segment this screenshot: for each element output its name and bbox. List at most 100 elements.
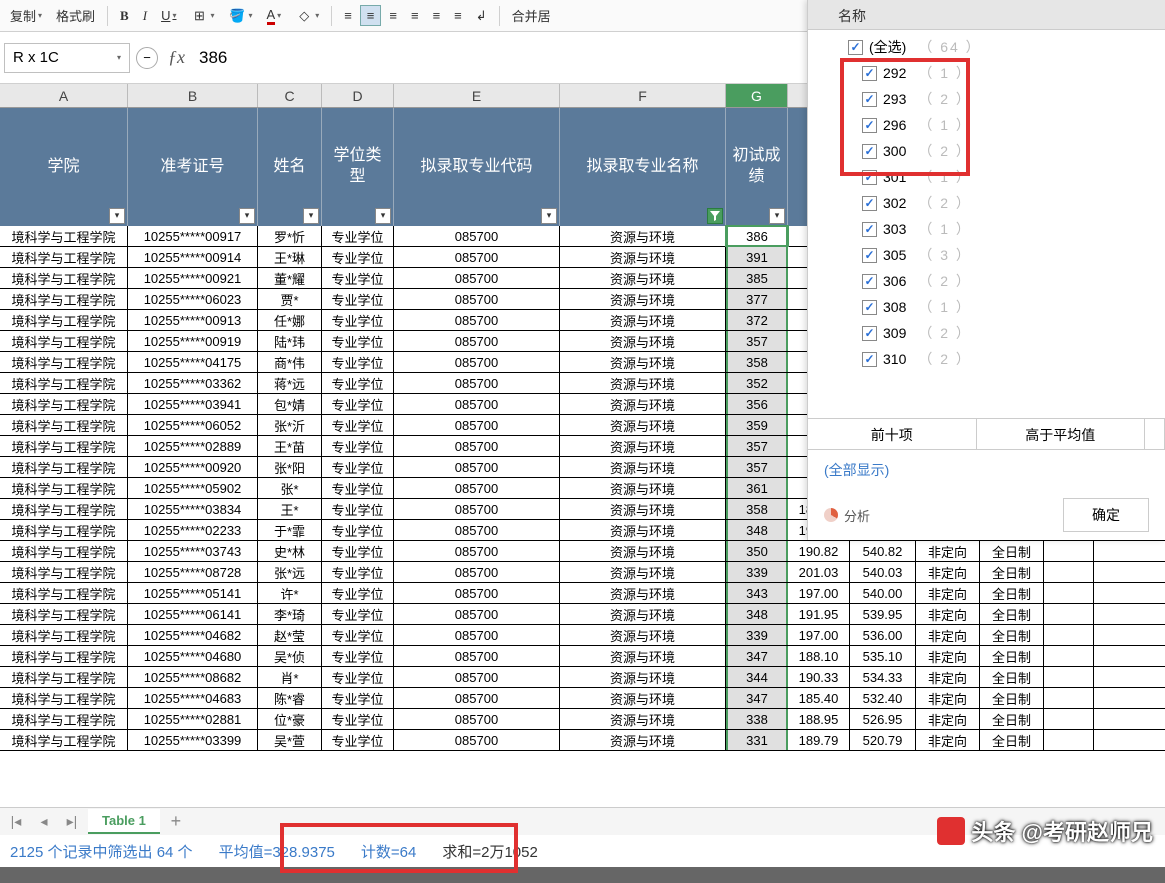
- cell[interactable]: [1044, 541, 1094, 561]
- filter-item[interactable]: ✓301（ 1 ）: [808, 164, 1165, 190]
- cell[interactable]: 王*琳: [258, 247, 322, 267]
- cell[interactable]: 境科学与工程学院: [0, 541, 128, 561]
- cell[interactable]: 商*伟: [258, 352, 322, 372]
- cell[interactable]: 专业学位: [322, 562, 394, 582]
- cell[interactable]: 专业学位: [322, 373, 394, 393]
- cell[interactable]: 李*琦: [258, 604, 322, 624]
- cell[interactable]: 蒋*远: [258, 373, 322, 393]
- cell[interactable]: 085700: [394, 457, 560, 477]
- cell[interactable]: [1044, 709, 1094, 729]
- cell[interactable]: 358: [726, 352, 788, 372]
- cell[interactable]: 357: [726, 436, 788, 456]
- cell[interactable]: 372: [726, 310, 788, 330]
- align-top-button[interactable]: ≡: [405, 6, 425, 25]
- cell[interactable]: 10255*****04683: [128, 688, 258, 708]
- fill-color-button[interactable]: 🪣▾: [222, 5, 258, 27]
- cell[interactable]: 专业学位: [322, 730, 394, 750]
- cell[interactable]: 357: [726, 457, 788, 477]
- cell[interactable]: 10255*****04682: [128, 625, 258, 645]
- cell[interactable]: 085700: [394, 415, 560, 435]
- cell[interactable]: 王*苗: [258, 436, 322, 456]
- cell[interactable]: 全日制: [980, 730, 1044, 750]
- cell[interactable]: 专业学位: [322, 625, 394, 645]
- zoom-out-icon[interactable]: −: [136, 47, 158, 69]
- cell[interactable]: 10255*****02889: [128, 436, 258, 456]
- cell[interactable]: 10255*****05902: [128, 478, 258, 498]
- filter-item[interactable]: ✓310（ 2 ）: [808, 346, 1165, 372]
- cell[interactable]: 张*沂: [258, 415, 322, 435]
- cell[interactable]: 位*豪: [258, 709, 322, 729]
- cell[interactable]: 资源与环境: [560, 709, 726, 729]
- checkbox-icon[interactable]: ✓: [862, 274, 877, 289]
- cell[interactable]: [1044, 667, 1094, 687]
- cell[interactable]: 197.00: [788, 583, 850, 603]
- cell[interactable]: 资源与环境: [560, 562, 726, 582]
- cell[interactable]: 全日制: [980, 709, 1044, 729]
- cell[interactable]: 境科学与工程学院: [0, 352, 128, 372]
- cell[interactable]: 085700: [394, 583, 560, 603]
- cell[interactable]: 罗*忻: [258, 226, 322, 246]
- cell[interactable]: 085700: [394, 373, 560, 393]
- cell[interactable]: [1044, 730, 1094, 750]
- cell[interactable]: 535.10: [850, 646, 916, 666]
- filter-button-active[interactable]: [707, 208, 723, 224]
- col-header-d[interactable]: D: [322, 84, 394, 107]
- cell[interactable]: 张*阳: [258, 457, 322, 477]
- cell[interactable]: 10255*****03399: [128, 730, 258, 750]
- formula-input[interactable]: [195, 44, 595, 72]
- cell[interactable]: 于*霏: [258, 520, 322, 540]
- cell[interactable]: 资源与环境: [560, 373, 726, 393]
- cell[interactable]: 专业学位: [322, 478, 394, 498]
- sheet-nav-prev[interactable]: ◂: [32, 813, 56, 830]
- cell[interactable]: 境科学与工程学院: [0, 562, 128, 582]
- cell[interactable]: 包*婧: [258, 394, 322, 414]
- checkbox-icon[interactable]: ✓: [862, 170, 877, 185]
- cell[interactable]: 085700: [394, 436, 560, 456]
- cell[interactable]: 非定向: [916, 646, 980, 666]
- cell[interactable]: 350: [726, 541, 788, 561]
- cell[interactable]: 10255*****08728: [128, 562, 258, 582]
- cell[interactable]: 专业学位: [322, 415, 394, 435]
- cell[interactable]: 贾*: [258, 289, 322, 309]
- cell[interactable]: 190.82: [788, 541, 850, 561]
- cell[interactable]: 境科学与工程学院: [0, 604, 128, 624]
- cell[interactable]: 10255*****00920: [128, 457, 258, 477]
- cell[interactable]: 358: [726, 499, 788, 519]
- cell[interactable]: 10255*****02881: [128, 709, 258, 729]
- cell[interactable]: 非定向: [916, 625, 980, 645]
- filter-select-all[interactable]: ✓ (全选)（ 64 ）: [808, 34, 1165, 60]
- cell[interactable]: 专业学位: [322, 352, 394, 372]
- col-header-f[interactable]: F: [560, 84, 726, 107]
- cell[interactable]: 非定向: [916, 541, 980, 561]
- cell[interactable]: 10255*****03834: [128, 499, 258, 519]
- filter-item[interactable]: ✓308（ 1 ）: [808, 294, 1165, 320]
- cell[interactable]: 539.95: [850, 604, 916, 624]
- cell[interactable]: 191.95: [788, 604, 850, 624]
- cell[interactable]: 356: [726, 394, 788, 414]
- cell[interactable]: 许*: [258, 583, 322, 603]
- cell[interactable]: 343: [726, 583, 788, 603]
- add-sheet-button[interactable]: +: [164, 811, 188, 832]
- col-header-c[interactable]: C: [258, 84, 322, 107]
- cell[interactable]: 532.40: [850, 688, 916, 708]
- cell[interactable]: 资源与环境: [560, 352, 726, 372]
- checkbox-icon[interactable]: ✓: [862, 118, 877, 133]
- cell[interactable]: 资源与环境: [560, 541, 726, 561]
- cell[interactable]: 资源与环境: [560, 415, 726, 435]
- cell[interactable]: 史*林: [258, 541, 322, 561]
- cell[interactable]: 王*: [258, 499, 322, 519]
- cell[interactable]: 专业学位: [322, 520, 394, 540]
- cell[interactable]: 10255*****00919: [128, 331, 258, 351]
- checkbox-icon[interactable]: ✓: [862, 326, 877, 341]
- cell[interactable]: 085700: [394, 226, 560, 246]
- cell[interactable]: 境科学与工程学院: [0, 457, 128, 477]
- cell[interactable]: 085700: [394, 520, 560, 540]
- cell[interactable]: 资源与环境: [560, 730, 726, 750]
- cell[interactable]: [1044, 604, 1094, 624]
- cell[interactable]: 境科学与工程学院: [0, 331, 128, 351]
- filter-button[interactable]: ▾: [239, 208, 255, 224]
- cell[interactable]: 赵*莹: [258, 625, 322, 645]
- cell[interactable]: 专业学位: [322, 436, 394, 456]
- cell[interactable]: 188.95: [788, 709, 850, 729]
- cell[interactable]: 085700: [394, 394, 560, 414]
